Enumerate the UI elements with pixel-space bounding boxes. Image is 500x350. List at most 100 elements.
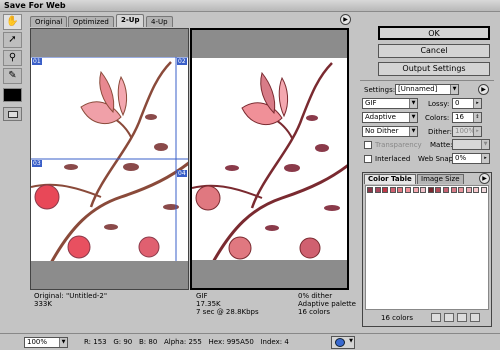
r-value: 153 [93, 338, 107, 346]
ok-button[interactable]: OK [378, 26, 490, 40]
arrow-right-icon: ▸ [473, 127, 481, 136]
color-swatch-cell[interactable] [405, 187, 411, 193]
dither-input[interactable]: 100% ▸ [452, 126, 482, 137]
b-label: B: [138, 338, 147, 346]
colors-info: 16 colors [298, 308, 331, 316]
color-swatch-cell[interactable] [427, 187, 434, 193]
pane-margin-top [192, 30, 347, 58]
tab-4-up[interactable]: 4-Up [146, 16, 173, 27]
palette-info: Adaptive palette [298, 300, 356, 308]
chevron-down-icon: ▼ [450, 85, 458, 94]
slice-label-04[interactable]: 04 [177, 170, 187, 177]
color-swatch-cell[interactable] [450, 187, 457, 193]
tab-image-size[interactable]: Image Size [417, 174, 464, 184]
color-swatch-cell[interactable] [443, 187, 449, 193]
title-bar: Save For Web [0, 0, 500, 12]
snap-to-web-icon[interactable] [431, 313, 441, 322]
slice-select-tool-icon[interactable]: ➚ [3, 32, 22, 48]
preview-menu-arrow-icon[interactable]: ▶ [340, 14, 351, 25]
colors-select[interactable]: 16 ⇕ [452, 112, 482, 123]
original-filename: Original: "Untitled-2" [34, 292, 108, 300]
tab-color-table[interactable]: Color Table [364, 174, 416, 184]
matte-label: Matte: [430, 141, 453, 149]
optimized-pane[interactable] [190, 28, 349, 290]
pane-margin-bottom [192, 260, 347, 288]
interlaced-checkbox[interactable] [364, 155, 372, 163]
pane-margin-bottom [31, 261, 188, 289]
dither-algorithm-select[interactable]: No Dither ▼ [362, 126, 418, 137]
lock-color-icon[interactable] [444, 313, 454, 322]
color-swatch-cell[interactable] [435, 187, 442, 193]
artwork-optimized [192, 58, 347, 265]
eyedropper-tool-icon[interactable]: ✎ [3, 68, 22, 84]
web-snap-input[interactable]: 0% ▸ [452, 153, 490, 164]
chevron-down-icon: ▼ [481, 140, 489, 149]
color-swatch-cell[interactable] [473, 187, 480, 193]
g-label: G: [113, 338, 122, 346]
format-value: GIF [365, 99, 377, 107]
slice-label-02[interactable]: 02 [177, 58, 187, 65]
tab-optimized[interactable]: Optimized [68, 16, 114, 27]
zoom-select[interactable]: 100% ▼ [24, 337, 68, 348]
dither-algorithm-value: No Dither [365, 127, 399, 135]
dither-label: Dither: [428, 128, 452, 136]
web-snap-label: Web Snap: [418, 155, 456, 163]
browser-preview-button[interactable]: ▼ [331, 336, 355, 349]
original-pane[interactable]: 01 02 03 04 [30, 28, 189, 290]
color-swatch-cell[interactable] [465, 187, 472, 193]
hand-tool-icon[interactable]: ✋ [3, 14, 22, 30]
output-settings-button[interactable]: Output Settings [378, 62, 490, 76]
color-swatch-cell[interactable] [412, 187, 419, 193]
matte-select[interactable]: ▼ [452, 139, 490, 150]
optimized-size: 17.35K [196, 300, 221, 308]
window-title: Save For Web [4, 1, 66, 10]
download-time: 7 sec @ 28.8Kbps [196, 308, 259, 316]
index-value: 4 [284, 338, 289, 346]
settings-preset-select[interactable]: [Unnamed] ▼ [395, 84, 459, 95]
browser-icon [335, 338, 345, 347]
settings-preset-value: [Unnamed] [398, 85, 438, 93]
arrow-right-icon: ▸ [481, 154, 489, 163]
b-value: 80 [148, 338, 158, 346]
color-swatch-cell[interactable] [382, 187, 389, 193]
arrow-right-icon: ▸ [473, 99, 481, 108]
tab-original[interactable]: Original [30, 16, 68, 27]
color-swatch-cell[interactable] [389, 187, 396, 193]
slice-label-03[interactable]: 03 [32, 160, 42, 167]
cancel-button[interactable]: Cancel [378, 44, 490, 58]
interlaced-label: Interlaced [375, 155, 411, 163]
artwork-original: 01 02 03 04 [31, 56, 188, 264]
zoom-tool-icon[interactable]: ⚲ [3, 50, 22, 66]
hex-label: Hex: [208, 338, 225, 346]
preview-in-browser-button[interactable] [3, 107, 22, 121]
g-value: 90 [123, 338, 133, 346]
slice-label-01[interactable]: 01 [32, 58, 42, 65]
r-label: R: [84, 338, 92, 346]
chevron-down-icon: ▼ [349, 338, 353, 344]
optimized-format: GIF [196, 292, 208, 300]
index-label: Index: [260, 338, 283, 346]
palette-select[interactable]: Adaptive ▼ [362, 112, 418, 123]
status-bar: 100% ▼ R: 153 G: 90 B: 80 Alpha: 255 Hex:… [0, 333, 500, 350]
colors-label: Colors: [425, 114, 450, 122]
optimized-info-right: 0% dither Adaptive palette 16 colors [298, 292, 356, 316]
view-tabs: Original Optimized 2-Up 4-Up [30, 14, 346, 27]
color-table-menu-arrow-icon[interactable]: ▶ [479, 173, 490, 184]
color-swatch-cell[interactable] [374, 187, 381, 193]
color-swatch-cell[interactable] [397, 187, 404, 193]
color-swatch[interactable] [3, 88, 22, 102]
color-readout: R: 153 G: 90 B: 80 Alpha: 255 Hex: 995A5… [84, 338, 289, 346]
color-swatch-cell[interactable] [367, 187, 373, 193]
color-swatch-cell[interactable] [420, 187, 427, 193]
color-swatch-cell[interactable] [458, 187, 465, 193]
new-color-icon[interactable] [457, 313, 467, 322]
tab-2-up[interactable]: 2-Up [116, 14, 145, 27]
alpha-value: 255 [188, 338, 202, 346]
transparency-checkbox[interactable] [364, 141, 372, 149]
lossy-input[interactable]: 0 ▸ [452, 98, 482, 109]
optimize-menu-arrow-icon[interactable]: ▶ [478, 84, 489, 95]
color-swatch-cell[interactable] [481, 187, 487, 193]
trash-icon[interactable] [470, 313, 480, 322]
format-select[interactable]: GIF ▼ [362, 98, 418, 109]
color-table-footer: 16 colors [365, 312, 489, 324]
